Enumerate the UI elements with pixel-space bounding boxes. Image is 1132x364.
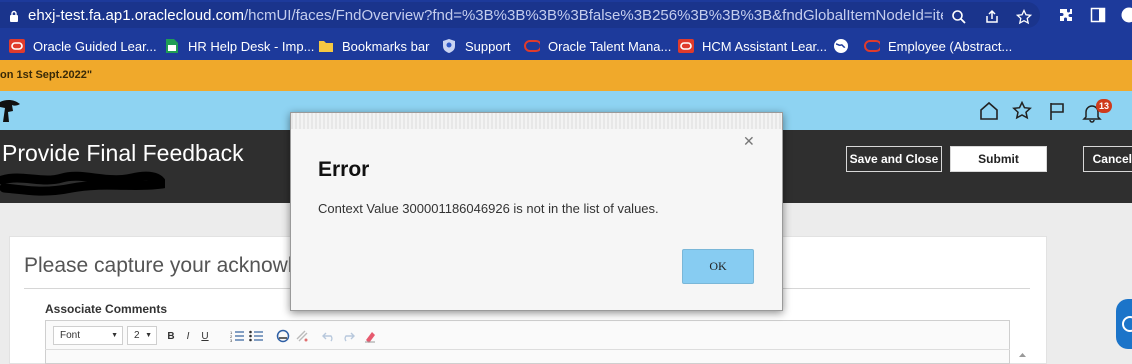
bookmark-label: Oracle Guided Lear... <box>33 38 157 54</box>
bookmark-label: Employee (Abstract... <box>888 38 1013 54</box>
folder-icon <box>318 38 334 54</box>
address-bar[interactable]: ehxj-test.fa.ap1.oraclecloud.com/hcmUI/f… <box>0 2 1040 28</box>
oracle-ring-icon <box>864 38 880 54</box>
globe-icon <box>833 38 849 54</box>
cancel-button[interactable]: Cancel <box>1083 146 1132 172</box>
font-select-value: Font <box>60 330 81 341</box>
italic-icon[interactable]: I <box>180 328 196 344</box>
url-path: /hcmUI/faces/FndOverview?fnd=%3B%3B%3B%3… <box>243 7 943 24</box>
bookmark-globe[interactable] <box>833 37 857 55</box>
svg-text:3: 3 <box>230 338 233 342</box>
ok-button[interactable]: OK <box>682 249 754 284</box>
banner-text: on 1st Sept.2022" <box>0 69 93 81</box>
bookmark-support[interactable]: Support <box>441 37 511 55</box>
chevron-down-icon: ▼ <box>145 332 152 339</box>
error-dialog: ✕ Error Context Value 300001186046926 is… <box>290 112 783 311</box>
bookmark-label: HCM Assistant Lear... <box>702 38 827 54</box>
undo-icon[interactable] <box>321 328 337 344</box>
url-text[interactable]: ehxj-test.fa.ap1.oraclecloud.com/hcmUI/f… <box>28 7 943 24</box>
bookmark-label: Oracle Talent Mana... <box>548 38 672 54</box>
chevron-down-icon: ▼ <box>111 332 118 339</box>
numbered-list-icon[interactable]: 123 <box>229 328 245 344</box>
scroll-up-icon[interactable] <box>1017 348 1028 364</box>
page-title: Provide Final Feedback <box>2 140 244 166</box>
bookmark-oracle-talent-management[interactable]: Oracle Talent Mana... <box>524 37 671 55</box>
zoom-icon[interactable] <box>948 6 970 28</box>
bold-icon[interactable]: B <box>163 328 179 344</box>
sidepanel-icon[interactable] <box>1087 4 1109 26</box>
close-icon[interactable]: ✕ <box>743 133 755 150</box>
support-icon <box>441 38 457 54</box>
save-and-close-button[interactable]: Save and Close <box>846 146 942 172</box>
bookmark-star-icon[interactable] <box>1013 6 1035 28</box>
dialog-message: Context Value 300001186046926 is not in … <box>318 201 659 216</box>
redaction-scribble <box>0 171 165 196</box>
home-icon[interactable] <box>979 101 999 121</box>
announcement-banner: on 1st Sept.2022" <box>0 60 1132 91</box>
bookmark-label: Bookmarks bar <box>342 38 430 54</box>
submit-button[interactable]: Submit <box>950 146 1047 172</box>
oracle-icon <box>9 38 25 54</box>
extensions-icon[interactable] <box>1055 4 1077 26</box>
oracle-ring-icon <box>524 38 540 54</box>
sheet-icon <box>164 38 180 54</box>
bookmarks-bar: Oracle Guided Lear... HR Help Desk - Imp… <box>0 30 1132 60</box>
bookmark-oracle-guided-learning[interactable]: Oracle Guided Lear... <box>9 37 157 55</box>
bookmark-hcm-assistant-learning[interactable]: HCM Assistant Lear... <box>678 37 827 55</box>
help-side-tab[interactable] <box>1116 299 1132 349</box>
logo-icon <box>0 99 20 122</box>
oracle-icon <box>678 38 694 54</box>
underline-icon[interactable]: U <box>197 328 213 344</box>
associate-comments-label: Associate Comments <box>45 302 168 316</box>
bookmark-label: HR Help Desk - Imp... <box>188 38 315 54</box>
bookmark-label: Support <box>465 38 511 54</box>
font-size-value: 2 <box>134 330 140 341</box>
bookmark-bookmarks-bar-folder[interactable]: Bookmarks bar <box>318 37 429 55</box>
redo-icon[interactable] <box>340 328 356 344</box>
font-size-select[interactable]: 2 ▼ <box>127 326 157 345</box>
bullet-list-icon[interactable] <box>248 328 264 344</box>
link-icon[interactable] <box>275 328 291 344</box>
dialog-drag-handle[interactable] <box>291 113 782 129</box>
bookmark-hr-help-desk[interactable]: HR Help Desk - Imp... <box>164 37 314 55</box>
dialog-title: Error <box>318 158 370 181</box>
url-host: ehxj-test.fa.ap1.oraclecloud.com <box>28 7 244 24</box>
lock-icon <box>10 10 18 22</box>
help-icon <box>1122 316 1132 332</box>
share-icon[interactable] <box>981 6 1003 28</box>
profile-avatar[interactable] <box>1118 4 1132 26</box>
bookmark-employee-abstract[interactable]: Employee (Abstract... <box>864 37 1012 55</box>
unlink-icon[interactable] <box>294 328 310 344</box>
flag-icon[interactable] <box>1047 101 1067 121</box>
section-heading: Please capture your acknowled <box>24 254 316 277</box>
notification-badge: 13 <box>1096 99 1112 113</box>
favorites-star-icon[interactable] <box>1012 101 1032 121</box>
browser-toolbar: ehxj-test.fa.ap1.oraclecloud.com/hcmUI/f… <box>0 0 1132 30</box>
font-select[interactable]: Font ▼ <box>53 326 123 345</box>
clear-format-icon[interactable] <box>362 328 378 344</box>
